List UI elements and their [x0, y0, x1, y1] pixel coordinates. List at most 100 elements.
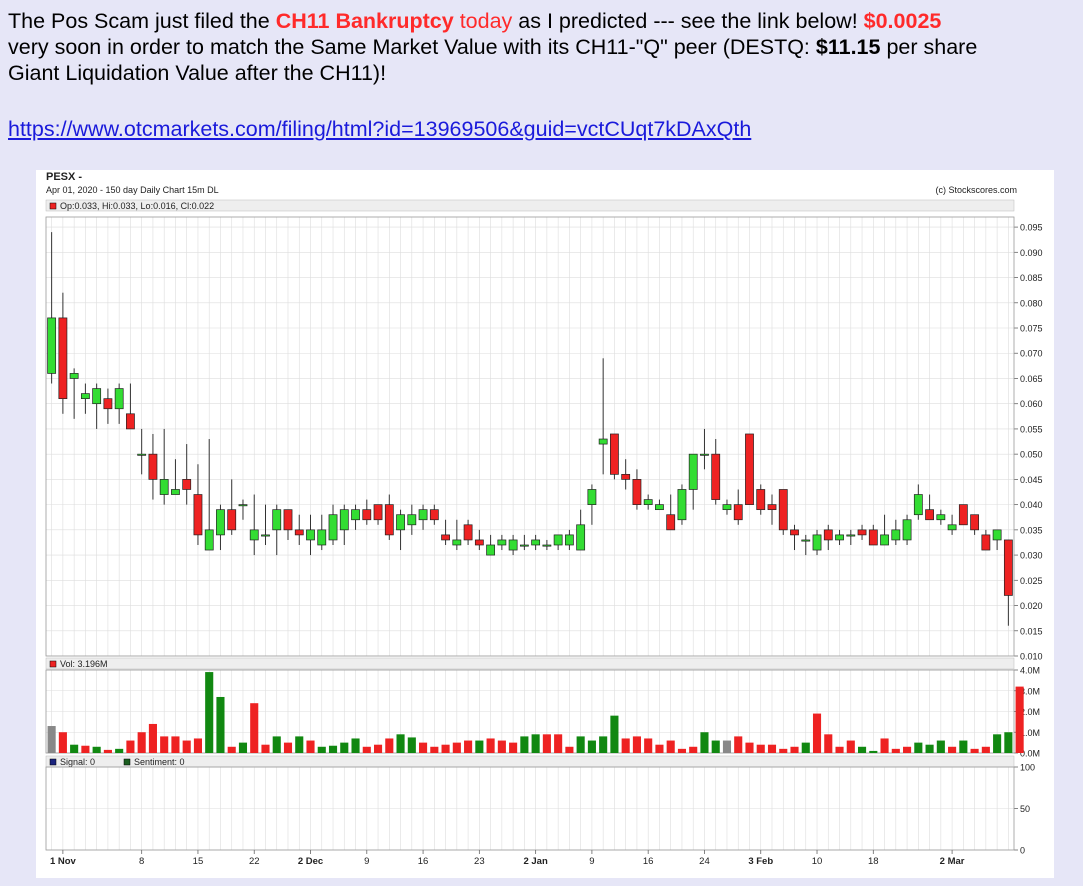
volume-bar	[644, 738, 653, 753]
chart-copyright: (c) Stockscores.com	[935, 185, 1017, 195]
candle-up	[261, 534, 270, 537]
candle-up	[587, 489, 597, 505]
price-tick-label: 0.025	[1020, 576, 1043, 586]
x-tick-label: 9	[364, 856, 369, 867]
volume-bar	[655, 744, 664, 753]
post-line-2-c: per share	[880, 35, 978, 59]
candle-up	[407, 514, 417, 526]
volume-bar	[554, 734, 563, 753]
x-tick-label: 24	[699, 856, 710, 867]
candle-down	[868, 529, 878, 546]
indicator-legend-bar	[45, 755, 1015, 768]
volume-bar	[362, 746, 371, 753]
volume-bar	[700, 732, 709, 753]
candle-down	[1003, 539, 1013, 596]
candle-down	[790, 529, 799, 536]
candle-down	[441, 534, 450, 541]
price-target: $0.0025	[863, 9, 942, 33]
candle-up	[846, 534, 856, 537]
candle-up	[700, 453, 709, 456]
volume-bar	[430, 746, 439, 753]
candle-up	[542, 544, 552, 547]
price-tick-label: 0.095	[1020, 223, 1043, 233]
candle-down	[857, 529, 867, 536]
post-line-3: Giant Liquidation Value after the CH11)!	[8, 61, 387, 85]
candle-up	[272, 509, 282, 531]
candle-down	[925, 509, 934, 521]
price-tick-label: 0.010	[1020, 652, 1043, 662]
x-tick-label: 10	[812, 856, 823, 867]
candle-down	[384, 504, 394, 536]
candle-down	[182, 479, 192, 490]
volume-bar	[880, 738, 889, 753]
price-tick-label: 0.090	[1020, 248, 1043, 258]
volume-bar	[250, 703, 259, 753]
volume-bar	[587, 740, 596, 753]
candle-down	[970, 514, 980, 531]
candle-up	[396, 514, 405, 531]
volume-bar	[936, 740, 945, 753]
x-tick-label: 16	[418, 856, 429, 867]
candle-up	[204, 529, 214, 551]
volume-bar	[126, 740, 135, 753]
candle-up	[159, 479, 169, 495]
post-line-2: very soon in order to match the Same Mar…	[8, 34, 1078, 60]
sentiment-legend-text: Sentiment: 0	[134, 757, 185, 767]
volume-bar	[148, 723, 157, 753]
volume-legend-text: Vol: 3.196M	[60, 659, 108, 669]
candle-up	[69, 373, 79, 379]
candle-down	[193, 494, 203, 536]
volume-bar	[216, 696, 225, 753]
volume-bar	[993, 734, 1002, 753]
x-tick-label: 16	[643, 856, 654, 867]
indicator-tick-label: 0	[1020, 846, 1025, 856]
candle-down	[733, 504, 743, 521]
post-line-1-d: as I predicted --- see the link below!	[512, 9, 864, 33]
post-line-2-a: very soon in order to match the Same Mar…	[8, 35, 816, 59]
x-tick-label: 23	[474, 856, 485, 867]
candle-down	[58, 317, 68, 400]
volume-bar	[869, 750, 878, 753]
volume-bar	[981, 746, 990, 753]
volume-bar	[283, 742, 293, 753]
volume-bar	[846, 740, 855, 753]
candle-down	[474, 539, 484, 546]
candle-up	[677, 489, 687, 521]
candle-down	[126, 413, 135, 430]
candle-up	[497, 539, 507, 546]
volume-bar	[103, 749, 112, 753]
candle-up	[812, 534, 822, 551]
price-tick-label: 0.070	[1020, 349, 1043, 359]
volume-bar	[58, 732, 67, 753]
candle-down	[148, 453, 158, 480]
price-tick-label: 0.045	[1020, 475, 1043, 485]
volume-bar	[497, 740, 506, 753]
volume-bar	[47, 726, 56, 753]
chart-svg: PESX - Apr 01, 2020 - 150 day Daily Chart…	[45, 171, 1043, 867]
candle-down	[756, 489, 766, 511]
volume-bar	[891, 748, 900, 753]
x-tick-label: 18	[868, 856, 879, 867]
post-line-1: The Pos Scam just filed the CH11 Bankrup…	[8, 8, 1078, 34]
volume-bar	[452, 742, 461, 753]
volume-bar	[70, 744, 79, 753]
bankruptcy-highlight: CH11 Bankruptcy	[275, 9, 454, 33]
sentiment-legend-swatch	[123, 758, 131, 766]
filing-link[interactable]: https://www.otcmarkets.com/filing/html?i…	[8, 117, 751, 142]
volume-bar	[767, 744, 777, 753]
volume-bar	[115, 748, 124, 753]
price-tick-label: 0.030	[1020, 551, 1043, 561]
volume-bar	[599, 736, 608, 753]
volume-legend-swatch	[49, 660, 57, 668]
volume-bar	[689, 746, 698, 753]
volume-bar	[1015, 686, 1024, 753]
volume-bar	[171, 736, 180, 753]
volume-bar	[205, 672, 214, 753]
candle-up	[947, 524, 957, 531]
price-tick-label: 0.065	[1020, 374, 1043, 384]
volume-bar	[441, 744, 450, 753]
today-highlight: today	[453, 9, 513, 33]
destq-price: $11.15	[815, 35, 881, 59]
volume-bar	[903, 746, 912, 753]
volume-bar	[193, 738, 203, 753]
